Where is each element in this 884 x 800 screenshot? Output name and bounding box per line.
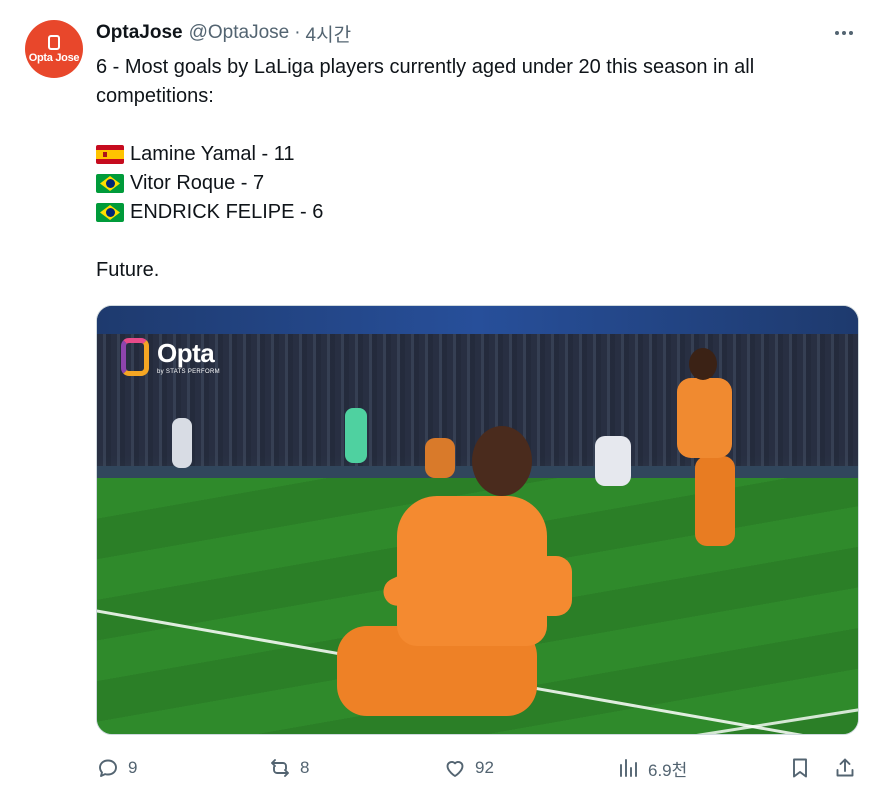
reply-button[interactable]: 9 [96,752,137,784]
tweet-text: 6 - Most goals by LaLiga players current… [96,53,856,285]
running-player [677,378,732,458]
heart-icon [446,761,464,777]
reply-icon [99,759,117,777]
like-count: 92 [475,758,494,777]
stadium-banner [97,306,858,334]
referee-figure [345,408,367,463]
author-handle[interactable]: @OptaJose [189,22,290,44]
flag-brazil-icon [96,203,124,222]
repost-count: 8 [300,758,310,777]
tweet-actions: 9 8 92 6.9천 [96,752,860,784]
list-item: ENDRICK FELIPE - 6 [96,198,856,227]
avatar-text: Opta Jose [28,51,80,64]
opta-logo-text: Opta by STATS PERFORM [157,340,220,375]
tweet-line-headline: 6 - Most goals by LaLiga players current… [96,56,755,107]
background-player [595,436,631,486]
tweet-line-closing: Future. [96,259,160,281]
list-item: Vitor Roque - 7 [96,169,856,198]
bookmark-icon [793,758,807,778]
opta-mark-icon [48,34,60,50]
flag-brazil-icon [96,174,124,193]
celebrating-player-head [472,426,532,496]
flag-spain-icon [96,145,124,164]
repost-icon [271,759,289,777]
tweet-photo[interactable]: Opta by STATS PERFORM [96,305,859,735]
views-button[interactable]: 6.9천 [616,752,687,784]
opta-logo: Opta by STATS PERFORM [121,338,220,376]
background-player [425,438,455,478]
more-icon[interactable] [832,22,856,44]
bookmark-button[interactable] [788,752,812,784]
list-item-text: Vitor Roque - 7 [130,172,265,194]
tweet-header: OptaJose @OptaJose · 4시간 [96,20,351,46]
timestamp[interactable]: 4시간 [306,20,352,47]
avatar[interactable]: Opta Jose [25,20,83,78]
opta-logo-sub: by STATS PERFORM [157,368,220,375]
list-item: Lamine Yamal - 11 [96,140,856,169]
running-player-legs [695,456,735,546]
share-button[interactable] [833,752,857,784]
views-count: 6.9천 [648,760,688,780]
running-player-head [689,348,717,380]
opta-logo-word: Opta [157,337,215,368]
views-icon [620,759,637,777]
reply-count: 9 [128,758,138,777]
list-item-text: ENDRICK FELIPE - 6 [130,201,324,223]
author-name[interactable]: OptaJose [96,22,183,44]
separator-dot: · [294,22,301,43]
share-icon [836,758,854,777]
list-item-text: Lamine Yamal - 11 [130,143,295,165]
background-player [172,418,192,468]
opta-logo-icon [121,338,149,376]
repost-button[interactable]: 8 [268,752,309,784]
like-button[interactable]: 92 [443,752,494,784]
celebrating-player-arm [532,556,572,616]
